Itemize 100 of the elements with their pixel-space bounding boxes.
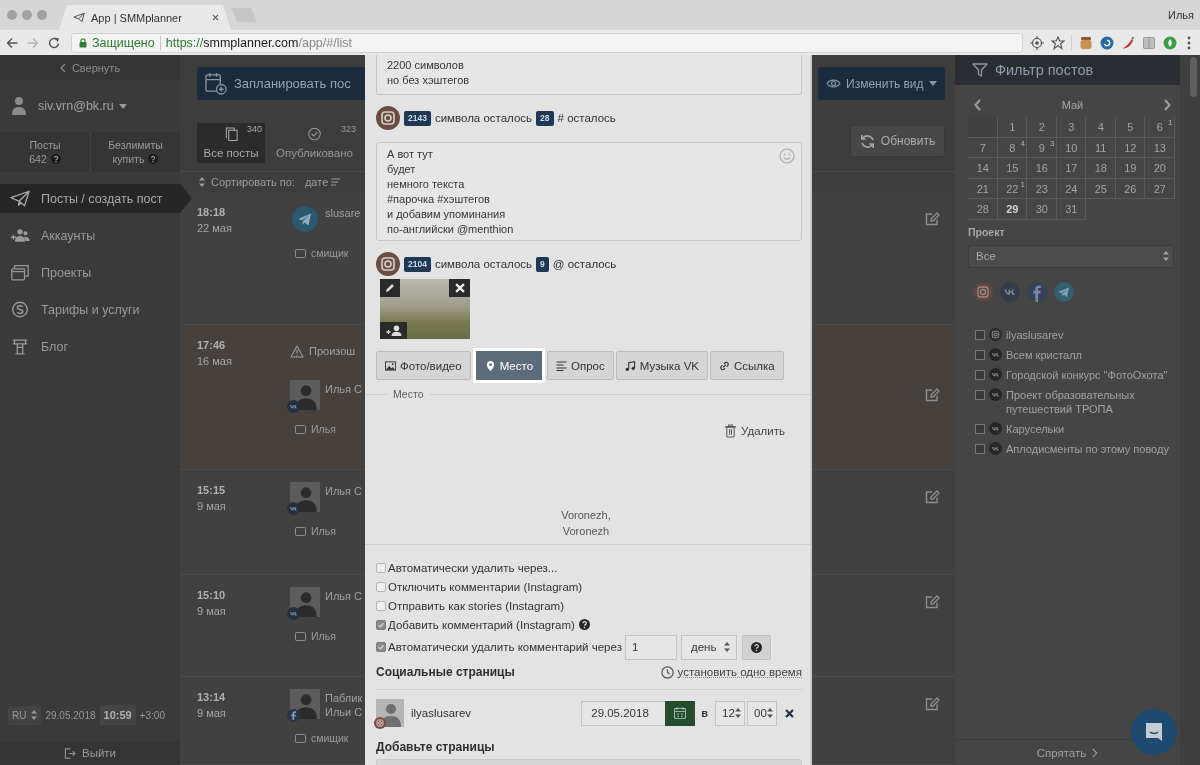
calendar-day[interactable]: 11 — [1086, 137, 1116, 158]
jar-icon[interactable] — [1079, 35, 1093, 50]
calendar-day[interactable]: 3 — [1056, 117, 1086, 138]
checkbox[interactable] — [376, 562, 386, 573]
post-text-field[interactable]: 2200 символов но без хэштегов — [376, 55, 802, 95]
checkbox[interactable] — [975, 423, 985, 434]
calendar-day[interactable]: 9 3 — [1027, 137, 1057, 158]
calendar-day[interactable]: 7 — [968, 137, 998, 158]
checkbox[interactable] — [376, 581, 386, 592]
calendar-day[interactable]: 23 — [1027, 178, 1057, 199]
edit-photo-button[interactable] — [380, 279, 400, 297]
address-bar[interactable]: Защищено https://smmplanner.com/app/#/list — [71, 32, 1023, 53]
help-button[interactable] — [741, 634, 771, 660]
post-summary[interactable]: 18:18 22 мая slusare смищик — [180, 192, 365, 325]
calendar-day[interactable]: 4 — [1086, 117, 1116, 138]
refresh-button[interactable]: Обновить — [850, 125, 945, 157]
nav-item[interactable]: Посты / создать пост — [0, 184, 192, 213]
calendar-day[interactable]: 29 — [997, 199, 1027, 220]
edit-icon[interactable] — [925, 490, 940, 504]
chevron-right-icon[interactable] — [1164, 99, 1171, 111]
minimize-window-icon[interactable] — [22, 10, 32, 20]
nav-item[interactable]: Аккаунты — [0, 221, 180, 250]
post-tab[interactable]: 323 Опубликовано — [270, 123, 359, 163]
menu-icon[interactable] — [1187, 35, 1191, 50]
calendar-day[interactable]: 17 — [1056, 158, 1086, 179]
help-icon[interactable] — [578, 619, 590, 630]
camera-icon[interactable] — [973, 281, 993, 302]
calendar-day[interactable]: 31 — [1056, 199, 1086, 220]
checkbox[interactable] — [376, 600, 386, 611]
swirl-circle-icon[interactable] — [1100, 35, 1114, 50]
calendar-day[interactable]: 18 — [1086, 158, 1116, 179]
edit-icon[interactable] — [925, 595, 940, 609]
nav-item[interactable]: Проекты — [0, 258, 180, 287]
calendar-day[interactable]: 5 — [1115, 117, 1145, 138]
language-select[interactable]: RU — [8, 705, 42, 725]
post-summary[interactable]: 17:46 16 мая Произош Илья С Илья — [180, 325, 365, 470]
calendar-button[interactable] — [665, 700, 696, 726]
checkbox[interactable] — [376, 619, 386, 630]
calendar-day[interactable]: 28 — [968, 199, 998, 220]
close-icon[interactable] — [212, 14, 219, 21]
remove-icon[interactable] — [785, 708, 794, 718]
collapse-button[interactable]: Свернуть — [0, 55, 180, 80]
chili-pepper-icon[interactable] — [1121, 35, 1135, 50]
reload-icon[interactable] — [48, 36, 60, 49]
tag-person-button[interactable] — [380, 322, 407, 339]
attachment-button[interactable]: Опрос — [547, 351, 614, 380]
calendar-day[interactable]: 15 — [997, 158, 1027, 179]
account-menu[interactable]: siv.vrn@bk.ru — [38, 99, 127, 113]
calendar-day[interactable]: 2 — [1027, 117, 1057, 138]
same-time-link[interactable]: установить одно время — [660, 665, 802, 679]
calendar-day[interactable]: 1 — [997, 117, 1027, 138]
browser-tab[interactable]: App | SMMplanner — [59, 5, 231, 30]
smiley-icon[interactable] — [779, 148, 795, 164]
edit-icon[interactable] — [925, 212, 940, 226]
calendar-day[interactable]: 14 — [968, 158, 998, 179]
hour-select[interactable]: 12 — [715, 700, 745, 726]
close-window-icon[interactable] — [7, 10, 17, 20]
calendar-day[interactable]: 6 1 — [1145, 117, 1175, 138]
project-select[interactable]: Все — [968, 244, 1174, 268]
delete-button[interactable]: Удалить — [725, 424, 785, 438]
calendar-day[interactable]: 10 — [1056, 137, 1086, 158]
checkbox[interactable] — [975, 389, 985, 400]
post-summary[interactable]: 13:14 9 мая Паблик Ильи С смищик — [180, 677, 365, 765]
calendar-day[interactable]: 21 — [968, 178, 998, 199]
checkbox[interactable] — [975, 349, 985, 360]
profile-name[interactable]: Илья — [1168, 9, 1200, 21]
attachment-button[interactable]: Место — [472, 348, 546, 383]
crosshair-icon[interactable] — [1030, 35, 1044, 50]
book-icon[interactable] — [1142, 35, 1156, 50]
help-icon[interactable] — [148, 154, 159, 164]
help-icon[interactable] — [50, 154, 61, 164]
calendar-day[interactable]: 27 — [1145, 178, 1175, 199]
calendar-day[interactable]: 20 — [1145, 158, 1175, 179]
checkbox[interactable] — [975, 329, 985, 340]
back-icon[interactable] — [6, 36, 18, 49]
calendar-day[interactable]: 25 — [1086, 178, 1116, 199]
date-field[interactable]: 29.05.2018 — [581, 700, 666, 726]
change-view-button[interactable]: Изменить вид — [818, 67, 945, 100]
logout-button[interactable]: Выйти — [0, 741, 180, 765]
calendar-day[interactable]: 12 — [1115, 137, 1145, 158]
post-tab[interactable]: 340 Все посты — [197, 123, 265, 163]
scrollbar-thumb[interactable] — [1190, 57, 1197, 97]
schedule-post-button[interactable]: Запланировать пос — [197, 67, 365, 100]
edit-icon[interactable] — [925, 388, 940, 402]
calendar-day[interactable]: 19 — [1115, 158, 1145, 179]
hide-panel-button[interactable]: Спрятать — [1036, 746, 1099, 759]
edit-icon[interactable] — [925, 697, 940, 711]
zoom-window-icon[interactable] — [37, 10, 47, 20]
calendar-day[interactable]: 16 — [1027, 158, 1057, 179]
amount-field[interactable]: 1 — [624, 634, 677, 660]
remove-photo-button[interactable] — [449, 279, 470, 297]
calendar-day[interactable]: 30 — [1027, 199, 1057, 220]
calendar-day[interactable]: 8 4 — [997, 137, 1027, 158]
sort-dropdown[interactable]: дате — [304, 176, 341, 188]
calendar-day[interactable]: 26 — [1115, 178, 1145, 199]
unit-select[interactable]: день — [680, 634, 737, 660]
post-summary[interactable]: 15:10 9 мая Илья С Илья — [180, 575, 365, 677]
post-summary[interactable]: 15:15 9 мая Илья С Илья — [180, 470, 365, 575]
calendar-day[interactable]: 24 — [1056, 178, 1086, 199]
vk-logo-icon[interactable] — [1000, 281, 1020, 302]
